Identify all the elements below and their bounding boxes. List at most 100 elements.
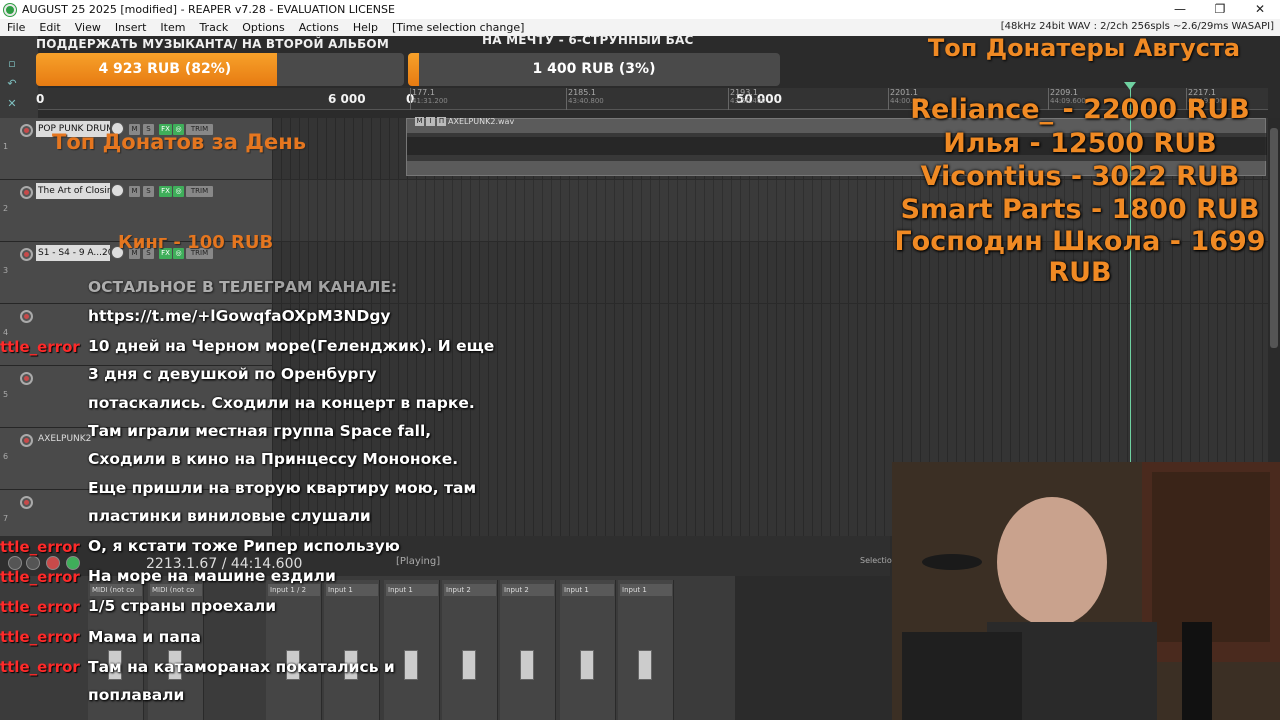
track-number: 2 [3,204,9,213]
input-select[interactable]: Input 2 [444,584,496,596]
record-arm-button[interactable] [20,124,33,137]
menu-actions[interactable]: Actions [292,21,346,34]
fx-button[interactable]: FX [159,186,172,197]
input-select[interactable]: Input 1 [562,584,614,596]
ruler-tick [566,88,567,110]
menu-file[interactable]: File [0,21,32,34]
menu-edit[interactable]: Edit [32,21,67,34]
goal1-min-label: 0 [36,92,45,106]
mixer-strip[interactable]: Input 1 [324,580,380,720]
record-arm-button[interactable] [20,186,33,199]
menu-item[interactable]: Item [153,21,192,34]
input-select[interactable]: MIDI (not co [150,584,202,596]
input-select[interactable]: Input 2 [502,584,554,596]
goal1-title: ПОДДЕРЖАТЬ МУЗЫКАНТА/ НА ВТОРОЙ АЛЬБОМ [36,37,389,51]
undo-icon[interactable]: ↶ [6,78,18,90]
track-control-panel: 1 POP PUNK DRUM M S FX ◎ TRIM 2 The Art … [0,118,272,552]
chat-line: О, я кстати тоже Рипер использую [88,537,400,555]
error-label: ttle_error [0,658,80,676]
webcam-feed [892,462,1280,720]
input-select[interactable]: MIDI (not co [90,584,142,596]
ruler-mark: 2185.1 43:40.800 [568,88,604,105]
track-number: 6 [3,452,9,461]
track-number: 1 [3,142,9,151]
track-name[interactable]: The Art of Closing [36,183,110,199]
top-donor-row: Vicontius - 3022 RUB [920,161,1240,192]
menu-help[interactable]: Help [346,21,385,34]
solo-button[interactable]: S [143,186,154,197]
chat-line: 1/5 страны проехали [88,597,277,615]
day-donations-title: Топ Донатов за День [52,130,306,154]
mixer-strip[interactable]: Input 1 [384,580,440,720]
top-donor-row: Илья - 12500 RUB [943,128,1217,159]
mixer-strip[interactable]: Input 2 [500,580,556,720]
mixer-strip[interactable]: Input 1 [560,580,616,720]
trim-button[interactable]: TRIM [186,186,213,197]
top-donors-title: Топ Донатеры Августа [927,34,1241,62]
chat-line: Там играли местная группа Space fall, [88,422,432,440]
goal1-max-label: 6 000 [328,92,366,106]
error-label: ttle_error [0,538,80,556]
ruler-tick [728,88,729,110]
record-arm-button[interactable] [20,248,33,261]
grid-icon[interactable]: ✕ [6,98,18,110]
track-number: 4 [3,328,9,337]
mixer-strip[interactable]: Input 2 [442,580,498,720]
io-button[interactable]: ◎ [173,186,184,197]
goal2-progress-bar: 1 400 RUB (3%) [408,53,780,86]
day-donation-entry: Кинг - 100 RUB [118,232,274,253]
menu-view[interactable]: View [68,21,108,34]
record-arm-button[interactable] [20,496,33,509]
error-label: ttle_error [0,568,80,586]
main-toolbar: ▫ ↶ ✕ [0,36,38,118]
new-project-icon[interactable]: ▫ [6,58,18,70]
volume-knob[interactable] [111,184,124,197]
ruler-mark: 177.1 41:31.200 [412,88,448,105]
error-label: ttle_error [0,598,80,616]
chat-line: ОСТАЛЬНОЕ В ТЕЛЕГРАМ КАНАЛЕ: [88,278,398,296]
chat-line: На море на машине ездили [88,567,336,585]
volume-fader[interactable] [462,650,476,680]
goal1-progress-bar: 4 923 RUB (82%) [36,53,404,86]
volume-fader[interactable] [520,650,534,680]
chat-line: Сходили в кино на Принцессу Мононоке. [88,450,459,468]
input-select[interactable]: Input 1 [620,584,672,596]
title-bar: AUGUST 25 2025 [modified] - REAPER v7.28… [0,0,1280,19]
goal1-progress-label: 4 923 RUB (82%) [98,61,232,77]
volume-fader[interactable] [404,650,418,680]
top-donor-row: Smart Parts - 1800 RUB [900,194,1260,225]
top-donor-row: Reliance_ - 22000 RUB [910,94,1250,125]
minimize-icon[interactable]: — [1160,0,1200,19]
close-icon[interactable]: ✕ [1240,0,1280,19]
record-arm-button[interactable] [20,310,33,323]
chat-line: Там на катаморанах покатались и [88,658,395,676]
menu-track[interactable]: Track [192,21,235,34]
menu-options[interactable]: Options [235,21,291,34]
chat-line: потаскались. Сходили на концерт в парке. [88,394,475,412]
input-select[interactable]: Input 1 [326,584,378,596]
volume-fader[interactable] [580,650,594,680]
window-title: AUGUST 25 2025 [modified] - REAPER v7.28… [22,3,395,16]
transport-state: [Playing] [396,556,441,567]
track-name[interactable]: S1 - S4 - 9 A...2025 [36,245,110,261]
input-select[interactable]: Input 1 / 2 [268,584,320,596]
chat-line: 3 дня с девушкой по Оренбургу [88,365,377,383]
chat-line: поплавали [88,686,185,704]
top-donors-overlay: Топ Донатеры Августа Reliance_ - 22000 R… [884,32,1276,288]
track-number: 7 [3,514,9,523]
maximize-icon[interactable]: ❐ [1200,0,1240,19]
top-donor-row: Господин Школа - 1699 RUB [894,226,1266,288]
volume-fader[interactable] [638,650,652,680]
reaper-logo-icon [4,3,16,16]
chat-line: 10 дней на Черном море(Геленджик). И еще [88,337,495,355]
record-arm-button[interactable] [20,434,33,447]
chat-line: пластинки виниловые слушали [88,507,371,525]
chat-line: https://t.me/+lGowqfaOXpM3NDgy [88,307,391,325]
mute-button[interactable]: M [129,186,140,197]
mixer-strip[interactable]: Input 1 [618,580,674,720]
record-arm-button[interactable] [20,372,33,385]
error-label: ttle_error [0,628,80,646]
menu-insert[interactable]: Insert [108,21,154,34]
goal2-progress-label: 1 400 RUB (3%) [532,61,656,77]
input-select[interactable]: Input 1 [386,584,438,596]
